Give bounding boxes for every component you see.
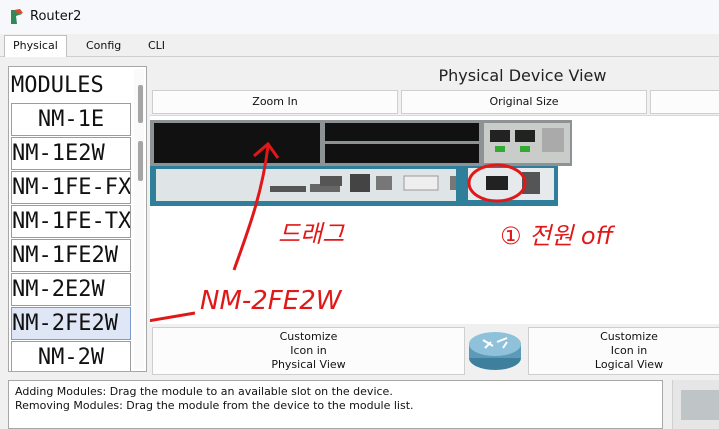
annotation-drag: 드래그 (278, 220, 345, 248)
scrollbar-thumb[interactable] (138, 141, 143, 181)
tab-config[interactable]: Config (78, 36, 129, 56)
button-label-line: Customize (600, 330, 658, 343)
annotation-module-name: NM-2FE2W (200, 286, 342, 316)
modules-header: MODULES (11, 70, 129, 101)
window-titlebar: Router2 (0, 0, 719, 35)
help-text-removing: Removing Modules: Drag the module from t… (15, 399, 414, 412)
original-size-button[interactable]: Original Size (401, 90, 647, 114)
module-item-selected[interactable]: NM-2FE2W (11, 307, 131, 340)
tab-cli[interactable]: CLI (140, 36, 173, 56)
module-item[interactable]: NM-1FE-FX (11, 171, 131, 204)
button-label-line: Physical View (271, 358, 346, 371)
toolbar-button-partial[interactable] (650, 90, 719, 114)
button-label-line: Icon in (290, 344, 327, 357)
scrollbar-thumb[interactable] (138, 85, 143, 123)
module-item[interactable]: NM-1FE-TX (11, 205, 131, 238)
device-thumbnail (672, 380, 719, 429)
physical-device-view-title: Physical Device View (438, 66, 607, 85)
customize-icon-logical-button[interactable]: Customize Icon in Logical View (528, 327, 719, 375)
modules-list[interactable]: MODULES NM-1E NM-1E2W NM-1FE-FX NM-1FE-T… (8, 66, 147, 372)
module-item[interactable]: NM-1E (11, 103, 131, 136)
tab-physical[interactable]: Physical (4, 35, 67, 57)
button-label-line: Customize (279, 330, 338, 343)
window-title: Router2 (30, 9, 82, 24)
button-label-line: Icon in (610, 344, 648, 357)
module-item[interactable]: NM-1E2W (11, 137, 131, 170)
tab-bar: Physical Config CLI (0, 34, 719, 57)
device-view-area[interactable]: 드래그 ① 전원 off NM-2FE2W (150, 115, 719, 324)
help-text-box: Adding Modules: Drag the module to an av… (8, 380, 663, 429)
button-label-line: Logical View (594, 358, 664, 371)
router-icon (469, 332, 521, 370)
help-text-adding: Adding Modules: Drag the module to an av… (15, 385, 393, 398)
zoom-in-button[interactable]: Zoom In (152, 90, 398, 114)
module-item[interactable]: NM-2E2W (11, 273, 131, 306)
customize-icon-physical-button[interactable]: Customize Icon in Physical View (152, 327, 465, 375)
annotation-power-off: ① 전원 off (500, 222, 613, 250)
module-item[interactable]: NM-2W (11, 341, 131, 371)
router-app-icon (11, 9, 23, 24)
module-item[interactable]: NM-1FE2W (11, 239, 131, 272)
